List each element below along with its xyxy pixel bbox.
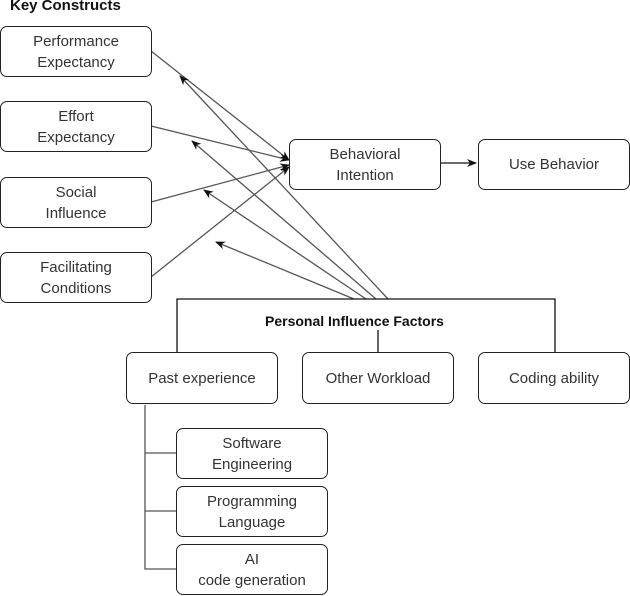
subfactor-software-engineering: Software Engineering xyxy=(176,428,328,479)
personal-influence-factors-label: Personal Influence Factors xyxy=(265,313,444,329)
edge-pif-to-fc-link xyxy=(215,241,355,300)
diagram-title: Key Constructs xyxy=(10,0,121,14)
factor-other-workload: Other Workload xyxy=(302,352,454,404)
subfactor-ai-code-generation: AI code generation xyxy=(176,544,328,595)
construct-social-influence: Social Influence xyxy=(0,177,152,228)
past-subtree xyxy=(144,405,176,570)
behavioral-intention-box: Behavioral Intention xyxy=(289,139,441,190)
factor-past-experience: Past experience xyxy=(126,352,278,404)
edge-pif-to-si-link xyxy=(203,189,367,300)
construct-performance-expectancy: Performance Expectancy xyxy=(0,26,152,77)
use-behavior-box: Use Behavior xyxy=(478,139,630,190)
construct-facilitating-conditions: Facilitating Conditions xyxy=(0,252,152,303)
construct-effort-expectancy: Effort Expectancy xyxy=(0,101,152,152)
subfactor-programming-language: Programming Language xyxy=(176,486,328,537)
factor-coding-ability: Coding ability xyxy=(478,352,630,404)
